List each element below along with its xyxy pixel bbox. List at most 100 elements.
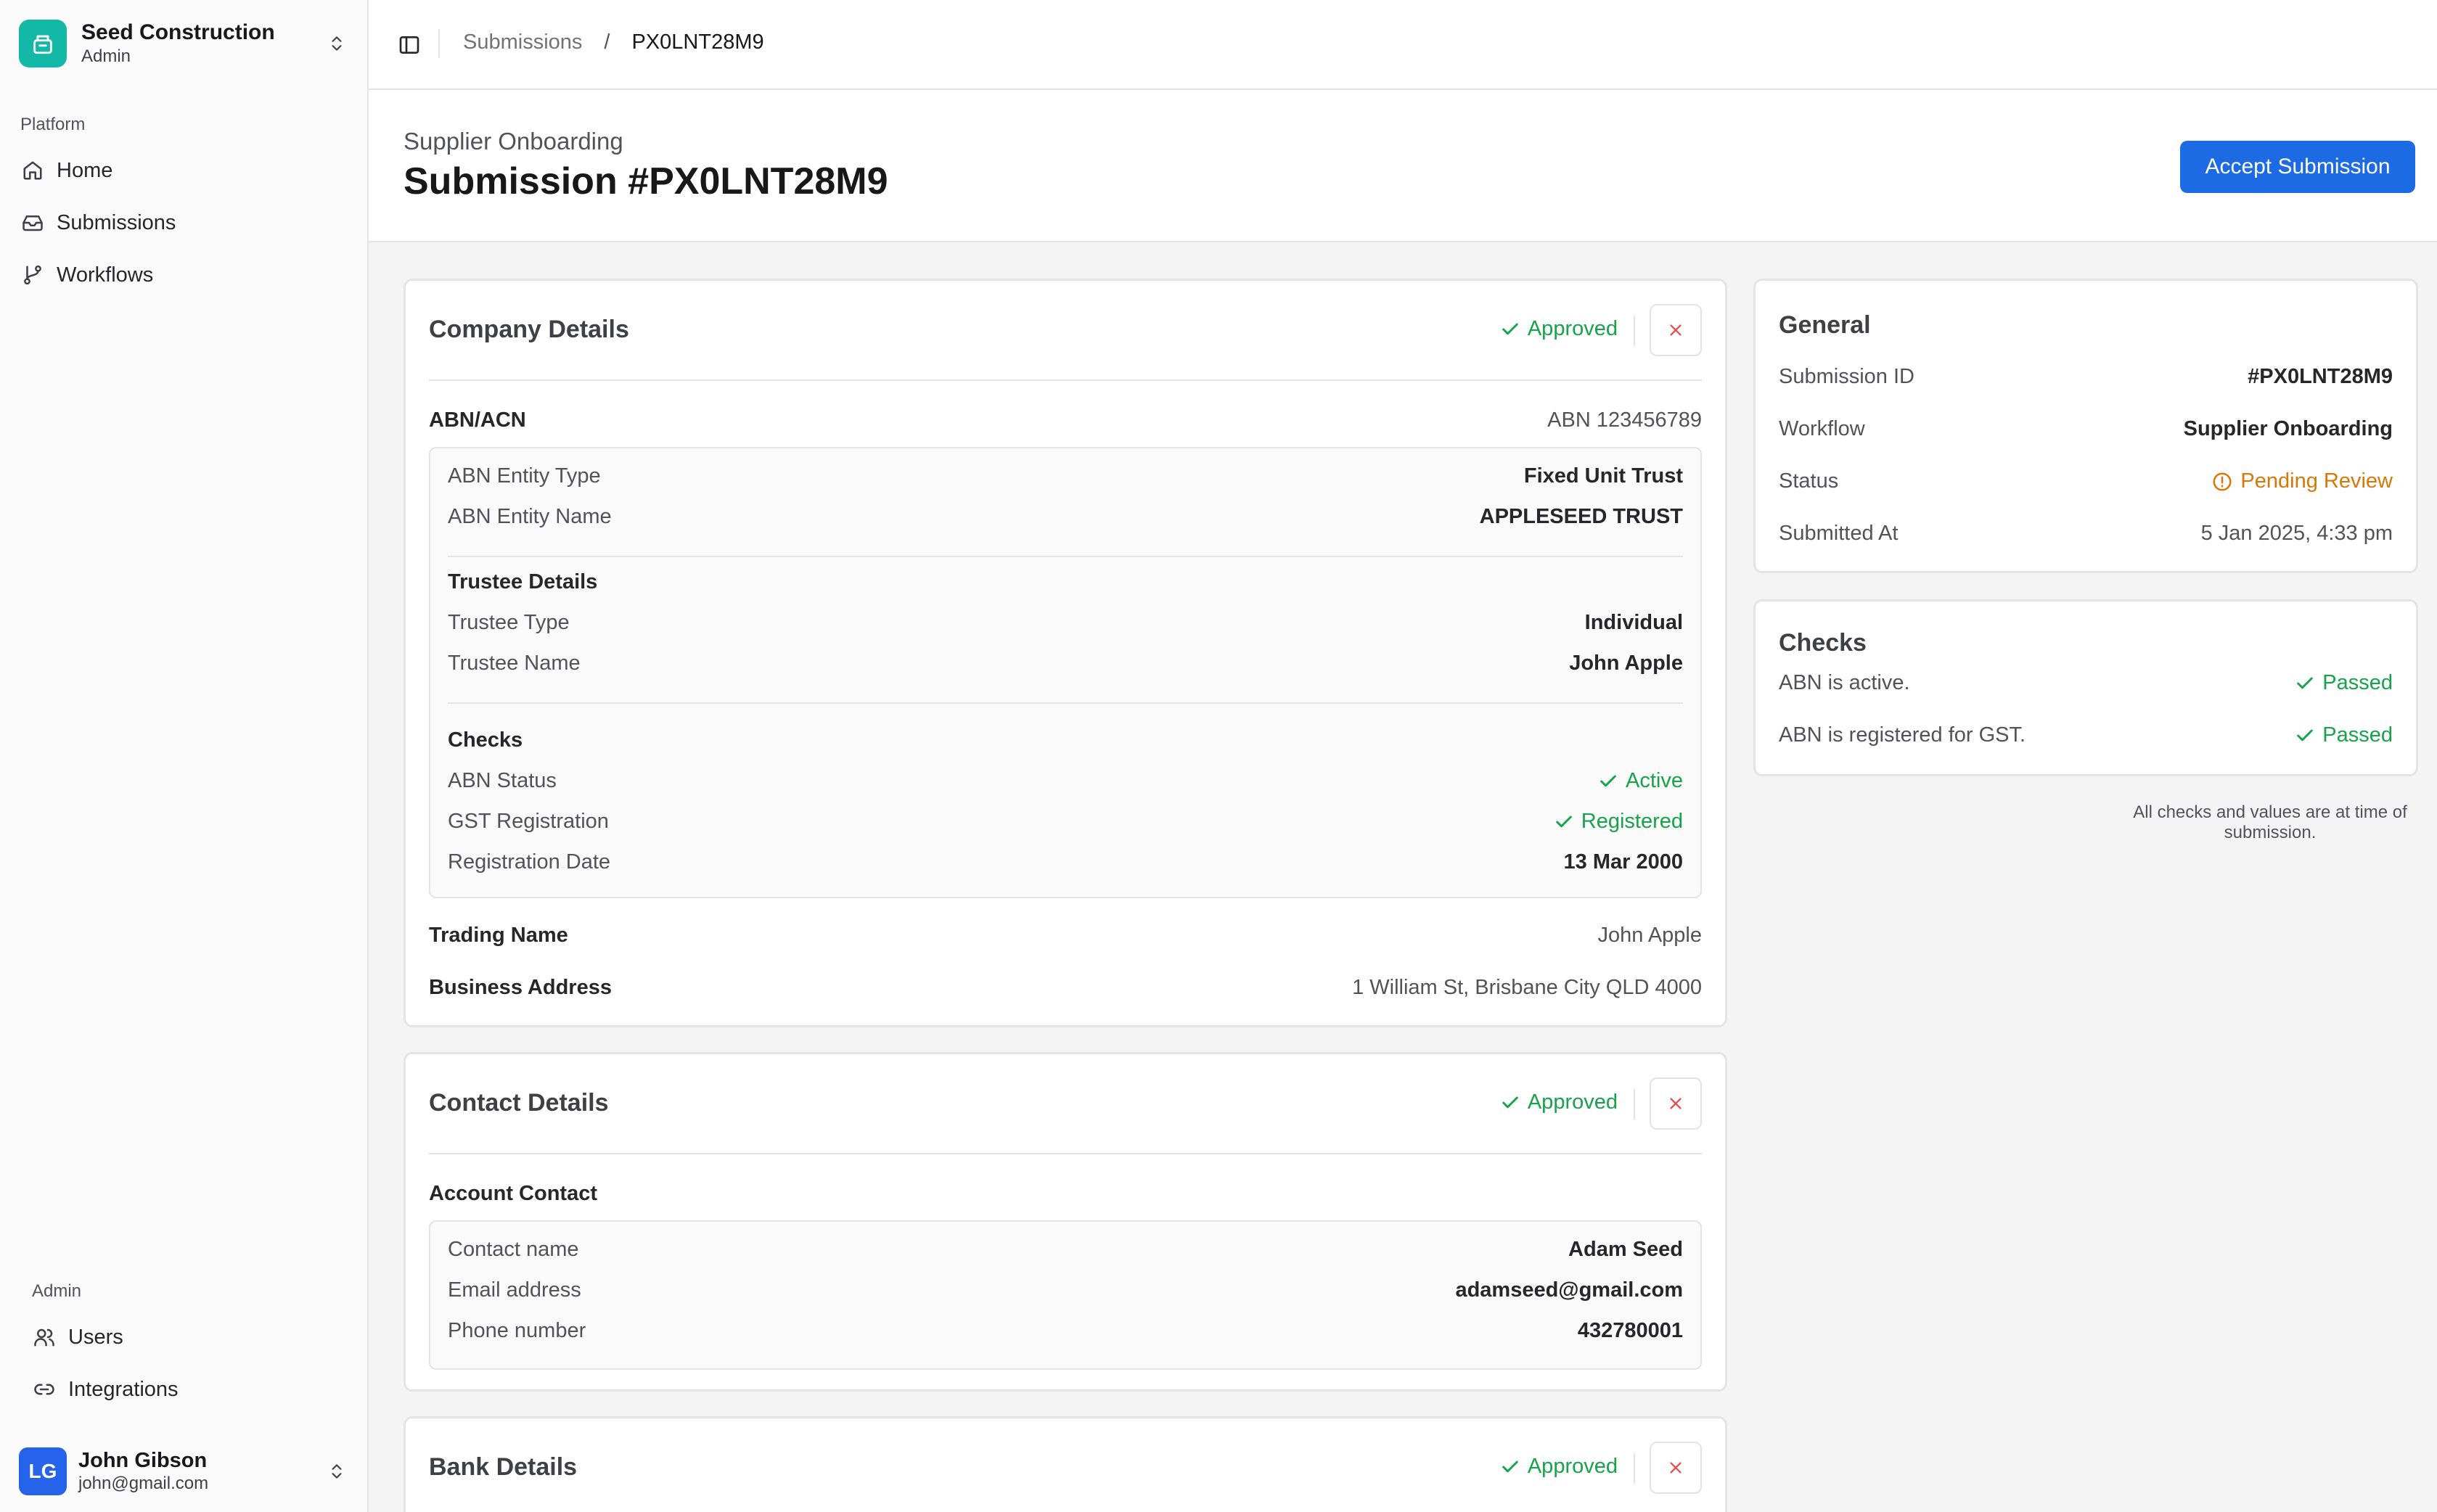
field-label: ABN Entity Type — [448, 464, 601, 488]
sidebar-item-label: Users — [68, 1325, 123, 1349]
alert-circle-icon — [2213, 472, 2232, 490]
account-contact-row: Account Contact — [429, 1182, 1702, 1206]
status-badge: Registered — [1554, 810, 1683, 834]
status-badge: Active — [1598, 769, 1683, 793]
section-heading: Account Contact — [429, 1182, 597, 1205]
check-row: ABN is registered for GST. Passed — [1779, 723, 2393, 747]
card-header: Bank Details Approved — [406, 1418, 1725, 1512]
main-content: Submissions / PX0LNT28M9 Supplier Onboar… — [369, 0, 2437, 1512]
detail-row: Submission ID #PX0LNT28M9 — [1779, 365, 2393, 389]
sidebar-toggle-icon[interactable] — [393, 29, 425, 61]
check-row: ABN is active. Passed — [1779, 671, 2393, 695]
org-role: Admin — [81, 46, 131, 66]
check-icon — [1502, 1096, 1518, 1108]
company-details-card: Company Details Approved ABN/ACN ABN 123… — [404, 279, 1727, 1027]
sidebar-item-submissions[interactable]: Submissions — [19, 202, 350, 244]
detail-row: Status Pending Review — [1779, 469, 2393, 493]
chevrons-up-down-icon[interactable] — [324, 30, 350, 57]
reject-button[interactable] — [1650, 304, 1702, 356]
trading-name-row: Trading Name John Apple — [429, 924, 1702, 948]
detail-row: Contact name Adam Seed — [448, 1238, 1683, 1262]
field-value: 432780001 — [1577, 1319, 1683, 1342]
field-value: 1 William St, Brisbane City QLD 4000 — [1352, 976, 1702, 999]
chevrons-up-down-icon[interactable] — [324, 1458, 350, 1484]
field-label: Trustee Type — [448, 611, 570, 634]
detail-row: Workflow Supplier Onboarding — [1779, 417, 2393, 441]
header-divider — [1634, 1089, 1635, 1119]
sidebar-item-users[interactable]: Users — [30, 1316, 361, 1358]
avatar: LG — [19, 1447, 67, 1495]
check-icon — [1502, 1460, 1518, 1472]
field-value: Supplier Onboarding — [2183, 417, 2393, 440]
reject-button[interactable] — [1650, 1077, 1702, 1130]
card-header: Contact Details Approved — [406, 1054, 1725, 1154]
reject-button[interactable] — [1650, 1442, 1702, 1494]
check-result: Passed — [2322, 671, 2393, 694]
contact-panel: Contact name Adam Seed Email address ada… — [429, 1220, 1702, 1370]
check-label: ABN is active. — [1779, 671, 1910, 694]
field-value: 13 Mar 2000 — [1563, 850, 1683, 874]
contact-details-card: Contact Details Approved Account Contact… — [404, 1052, 1727, 1392]
divider — [429, 379, 1702, 381]
field-value: ABN 123456789 — [1547, 408, 1702, 432]
org-logo-icon — [19, 20, 67, 67]
field-value: John Apple — [1597, 924, 1702, 947]
card-title: Checks — [1779, 629, 1867, 657]
status-badge: Passed — [2295, 723, 2393, 747]
bank-details-card: Bank Details Approved — [404, 1416, 1727, 1512]
page-title: Submission #PX0LNT28M9 — [404, 160, 888, 202]
detail-row: ABN Entity Name APPLESEED TRUST — [448, 505, 1683, 529]
breadcrumb-submissions[interactable]: Submissions — [463, 30, 582, 54]
header-divider — [1634, 316, 1635, 346]
field-label: ABN Entity Name — [448, 505, 612, 528]
detail-row: Phone number 432780001 — [448, 1319, 1683, 1343]
field-value: 5 Jan 2025, 4:33 pm — [2200, 522, 2393, 545]
sidebar-item-label: Workflows — [57, 263, 154, 287]
field-value: APPLESEED TRUST — [1479, 505, 1683, 528]
breadcrumb: Submissions / PX0LNT28M9 — [463, 30, 764, 54]
accept-submission-button[interactable]: Accept Submission — [2180, 141, 2415, 193]
checks-footnote: All checks and values are at time of sub… — [2133, 802, 2407, 842]
user-email: john@gmail.com — [78, 1474, 209, 1493]
field-value: #PX0LNT28M9 — [2248, 365, 2393, 388]
field-label: ABN Status — [448, 769, 557, 792]
org-name: Seed Construction — [81, 20, 275, 44]
detail-row: Registration Date 13 Mar 2000 — [448, 850, 1683, 874]
field-label: Registration Date — [448, 850, 611, 874]
close-icon — [1670, 1462, 1682, 1474]
status-text: Approved — [1527, 1090, 1618, 1114]
general-card: General Submission ID #PX0LNT28M9 Workfl… — [1753, 279, 2418, 573]
header-divider — [1634, 1453, 1635, 1484]
detail-row: GST Registration Registered — [448, 810, 1683, 834]
abn-details-panel: ABN Entity Type Fixed Unit Trust ABN Ent… — [429, 447, 1702, 898]
field-label: Business Address — [429, 976, 612, 999]
field-value: John Apple — [1569, 652, 1683, 675]
field-label: Email address — [448, 1278, 581, 1302]
detail-row: Submitted At 5 Jan 2025, 4:33 pm — [1779, 522, 2393, 546]
divider — [448, 556, 1683, 557]
detail-row: Trustee Name John Apple — [448, 652, 1683, 675]
git-branch-icon — [20, 263, 45, 287]
field-value: Adam Seed — [1568, 1238, 1683, 1261]
nav-group-admin: Admin — [32, 1281, 82, 1301]
field-label: Contact name — [448, 1238, 579, 1261]
card-title: General — [1779, 311, 1871, 339]
sidebar-item-integrations[interactable]: Integrations — [30, 1368, 361, 1410]
close-icon — [1670, 324, 1682, 336]
breadcrumb-current: PX0LNT28M9 — [631, 30, 764, 54]
field-value: Registered — [1581, 810, 1683, 833]
sidebar-item-workflows[interactable]: Workflows — [19, 254, 350, 296]
detail-row: Email address adamseed@gmail.com — [448, 1278, 1683, 1302]
field-value: Fixed Unit Trust — [1523, 464, 1683, 488]
status-badge: Approved — [1500, 1090, 1618, 1114]
field-value: Individual — [1584, 611, 1683, 634]
home-icon — [20, 158, 45, 183]
org-switcher[interactable]: Seed Construction Admin — [19, 19, 350, 68]
link-icon — [32, 1377, 57, 1402]
topbar-divider — [438, 29, 440, 58]
abn-row: ABN/ACN ABN 123456789 — [429, 408, 1702, 432]
card-header: Company Details Approved — [406, 281, 1725, 381]
sidebar-item-home[interactable]: Home — [19, 149, 350, 192]
user-menu[interactable]: LG John Gibson john@gmail.com — [19, 1447, 350, 1496]
divider — [448, 702, 1683, 704]
